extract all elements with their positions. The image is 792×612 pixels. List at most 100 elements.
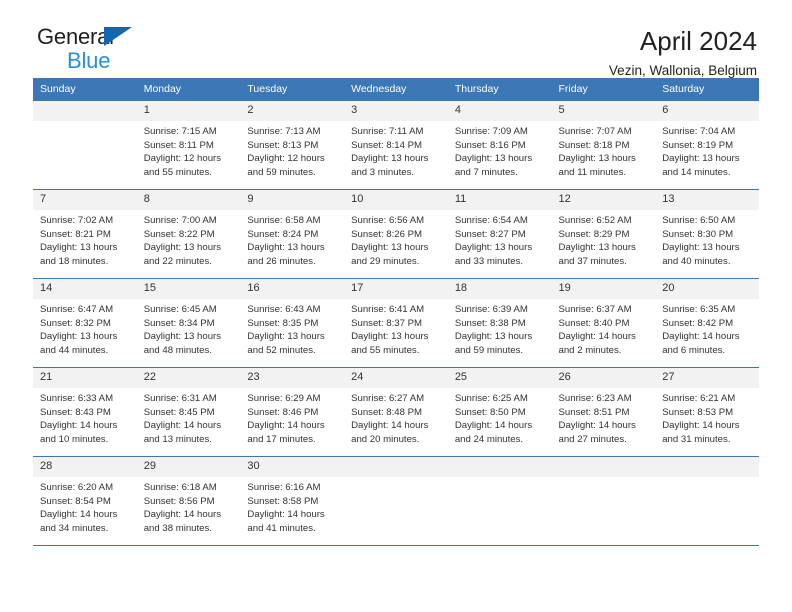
day-cell[interactable]: 20 Sunrise: 6:35 AM Sunset: 8:42 PM Dayli… — [655, 278, 759, 368]
page-title: April 2024 — [639, 26, 757, 56]
day-sun-info: Sunrise: 7:09 AM Sunset: 8:16 PM Dayligh… — [454, 126, 533, 178]
day-number: 29 — [136, 457, 241, 477]
day-number: 22 — [136, 368, 241, 388]
day-sun-info: Sunrise: 6:43 AM Sunset: 8:35 PM Dayligh… — [247, 304, 325, 356]
calendar-week-row: 1 Sunrise: 7:15 AM Sunset: 8:11 PM Daylig… — [33, 100, 759, 190]
title-block: April 2024 Vezin, Wallonia, Belgium — [609, 26, 759, 81]
day-sun-info: Sunrise: 7:04 AM Sunset: 8:19 PM Dayligh… — [662, 126, 740, 178]
day-number: 11 — [447, 190, 552, 210]
day-cell-empty — [551, 456, 656, 546]
day-sun-info: Sunrise: 6:20 AM Sunset: 8:54 PM Dayligh… — [40, 482, 118, 534]
day-cell[interactable]: 26 Sunrise: 6:23 AM Sunset: 8:51 PM Dayli… — [551, 367, 656, 457]
day-cell[interactable]: 1 Sunrise: 7:15 AM Sunset: 8:11 PM Daylig… — [136, 100, 241, 190]
day-sun-info: Sunrise: 6:18 AM Sunset: 8:56 PM Dayligh… — [143, 482, 222, 534]
day-cell[interactable]: 11 Sunrise: 6:54 AM Sunset: 8:27 PM Dayli… — [447, 189, 552, 279]
day-number: 1 — [136, 101, 241, 121]
day-sun-info: Sunrise: 6:58 AM Sunset: 8:24 PM Dayligh… — [247, 215, 325, 267]
day-cell[interactable]: 29 Sunrise: 6:18 AM Sunset: 8:56 PM Dayli… — [136, 456, 241, 546]
day-number: 30 — [240, 457, 345, 477]
day-cell[interactable]: 13 Sunrise: 6:50 AM Sunset: 8:30 PM Dayli… — [655, 189, 759, 279]
day-cell[interactable]: 19 Sunrise: 6:37 AM Sunset: 8:40 PM Dayli… — [551, 278, 656, 368]
calendar-page: General Blue April 2024 Vezin, Wallonia,… — [0, 0, 792, 612]
day-sun-info: Sunrise: 6:37 AM Sunset: 8:40 PM Dayligh… — [558, 304, 636, 356]
weekday-header-sunday: Sunday — [33, 78, 137, 101]
calendar-week-row: 14 Sunrise: 6:47 AM Sunset: 8:32 PM Dayli… — [33, 278, 759, 368]
day-cell[interactable]: 28 Sunrise: 6:20 AM Sunset: 8:54 PM Dayli… — [33, 456, 137, 546]
day-cell[interactable]: 12 Sunrise: 6:52 AM Sunset: 8:29 PM Dayli… — [551, 189, 656, 279]
day-number: 6 — [655, 101, 759, 121]
weekday-header-wednesday: Wednesday — [344, 78, 448, 101]
day-number: 23 — [240, 368, 345, 388]
day-sun-info: Sunrise: 6:25 AM Sunset: 8:50 PM Dayligh… — [454, 393, 533, 445]
day-sun-info: Sunrise: 6:52 AM Sunset: 8:29 PM Dayligh… — [558, 215, 636, 267]
day-cell-empty — [33, 100, 137, 190]
weekday-header-tuesday: Tuesday — [240, 78, 345, 101]
page-header: General Blue April 2024 Vezin, Wallonia,… — [33, 0, 759, 79]
day-number: 7 — [33, 190, 137, 210]
calendar-body: 1 Sunrise: 7:15 AM Sunset: 8:11 PM Daylig… — [33, 100, 759, 546]
day-sun-info: Sunrise: 6:31 AM Sunset: 8:45 PM Dayligh… — [143, 393, 222, 445]
day-number: 9 — [240, 190, 345, 210]
day-cell[interactable]: 9 Sunrise: 6:58 AM Sunset: 8:24 PM Daylig… — [240, 189, 345, 279]
day-cell[interactable]: 4 Sunrise: 7:09 AM Sunset: 8:16 PM Daylig… — [447, 100, 552, 190]
day-cell[interactable]: 10 Sunrise: 6:56 AM Sunset: 8:26 PM Dayli… — [344, 189, 448, 279]
day-cell[interactable]: 22 Sunrise: 6:31 AM Sunset: 8:45 PM Dayli… — [136, 367, 241, 457]
day-cell[interactable]: 23 Sunrise: 6:29 AM Sunset: 8:46 PM Dayli… — [240, 367, 345, 457]
calendar-week-row: 21 Sunrise: 6:33 AM Sunset: 8:43 PM Dayli… — [33, 367, 759, 457]
day-sun-info: Sunrise: 6:54 AM Sunset: 8:27 PM Dayligh… — [454, 215, 533, 267]
day-cell[interactable]: 25 Sunrise: 6:25 AM Sunset: 8:50 PM Dayli… — [447, 367, 552, 457]
day-sun-info: Sunrise: 6:56 AM Sunset: 8:26 PM Dayligh… — [351, 215, 429, 267]
day-sun-info: Sunrise: 6:50 AM Sunset: 8:30 PM Dayligh… — [662, 215, 740, 267]
day-cell[interactable]: 2 Sunrise: 7:13 AM Sunset: 8:13 PM Daylig… — [240, 100, 345, 190]
day-cell[interactable]: 17 Sunrise: 6:41 AM Sunset: 8:37 PM Dayli… — [344, 278, 448, 368]
calendar-week-row: 28 Sunrise: 6:20 AM Sunset: 8:54 PM Dayli… — [33, 456, 759, 546]
day-sun-info: Sunrise: 7:00 AM Sunset: 8:22 PM Dayligh… — [143, 215, 222, 267]
day-number: 17 — [344, 279, 448, 299]
day-cell[interactable]: 14 Sunrise: 6:47 AM Sunset: 8:32 PM Dayli… — [33, 278, 137, 368]
day-number: 28 — [33, 457, 137, 477]
day-cell[interactable]: 6 Sunrise: 7:04 AM Sunset: 8:19 PM Daylig… — [655, 100, 759, 190]
day-cell[interactable]: 21 Sunrise: 6:33 AM Sunset: 8:43 PM Dayli… — [33, 367, 137, 457]
day-sun-info: Sunrise: 6:47 AM Sunset: 8:32 PM Dayligh… — [40, 304, 118, 356]
day-sun-info: Sunrise: 7:02 AM Sunset: 8:21 PM Dayligh… — [40, 215, 118, 267]
day-number: 10 — [344, 190, 448, 210]
calendar-week-row: 7 Sunrise: 7:02 AM Sunset: 8:21 PM Daylig… — [33, 189, 759, 279]
day-cell[interactable]: 5 Sunrise: 7:07 AM Sunset: 8:18 PM Daylig… — [551, 100, 656, 190]
weekday-header-monday: Monday — [136, 78, 241, 101]
day-number: 16 — [240, 279, 345, 299]
day-sun-info: Sunrise: 6:27 AM Sunset: 8:48 PM Dayligh… — [351, 393, 429, 445]
day-cell[interactable]: 15 Sunrise: 6:45 AM Sunset: 8:34 PM Dayli… — [136, 278, 241, 368]
day-number — [344, 457, 448, 477]
day-cell[interactable]: 16 Sunrise: 6:43 AM Sunset: 8:35 PM Dayli… — [240, 278, 345, 368]
brand-name-bottom: Blue — [67, 48, 111, 73]
day-sun-info: Sunrise: 6:41 AM Sunset: 8:37 PM Dayligh… — [351, 304, 429, 356]
day-cell-empty — [655, 456, 759, 546]
day-number: 8 — [136, 190, 241, 210]
day-cell[interactable]: 27 Sunrise: 6:21 AM Sunset: 8:53 PM Dayli… — [655, 367, 759, 457]
day-cell[interactable]: 8 Sunrise: 7:00 AM Sunset: 8:22 PM Daylig… — [136, 189, 241, 279]
day-number: 5 — [551, 101, 656, 121]
page-subtitle: Vezin, Wallonia, Belgium — [608, 63, 757, 78]
day-number: 21 — [33, 368, 137, 388]
day-cell-empty — [344, 456, 448, 546]
day-number: 24 — [344, 368, 448, 388]
blue-triangle-icon — [104, 27, 132, 46]
day-cell-empty — [447, 456, 552, 546]
day-sun-info: Sunrise: 6:21 AM Sunset: 8:53 PM Dayligh… — [662, 393, 740, 445]
day-cell[interactable]: 7 Sunrise: 7:02 AM Sunset: 8:21 PM Daylig… — [33, 189, 137, 279]
day-cell[interactable]: 24 Sunrise: 6:27 AM Sunset: 8:48 PM Dayli… — [344, 367, 448, 457]
day-sun-info: Sunrise: 6:39 AM Sunset: 8:38 PM Dayligh… — [454, 304, 533, 356]
day-number: 4 — [447, 101, 552, 121]
day-cell[interactable]: 30 Sunrise: 6:16 AM Sunset: 8:58 PM Dayli… — [240, 456, 345, 546]
day-cell[interactable]: 3 Sunrise: 7:11 AM Sunset: 8:14 PM Daylig… — [344, 100, 448, 190]
day-number: 25 — [447, 368, 552, 388]
day-sun-info: Sunrise: 7:15 AM Sunset: 8:11 PM Dayligh… — [143, 126, 222, 178]
day-cell[interactable]: 18 Sunrise: 6:39 AM Sunset: 8:38 PM Dayli… — [447, 278, 552, 368]
day-sun-info: Sunrise: 6:23 AM Sunset: 8:51 PM Dayligh… — [558, 393, 636, 445]
day-sun-info: Sunrise: 7:13 AM Sunset: 8:13 PM Dayligh… — [247, 126, 325, 178]
day-number: 2 — [240, 101, 345, 121]
day-sun-info: Sunrise: 6:33 AM Sunset: 8:43 PM Dayligh… — [40, 393, 118, 445]
weekday-header-friday: Friday — [551, 78, 656, 101]
day-number: 14 — [33, 279, 137, 299]
day-number: 27 — [655, 368, 759, 388]
